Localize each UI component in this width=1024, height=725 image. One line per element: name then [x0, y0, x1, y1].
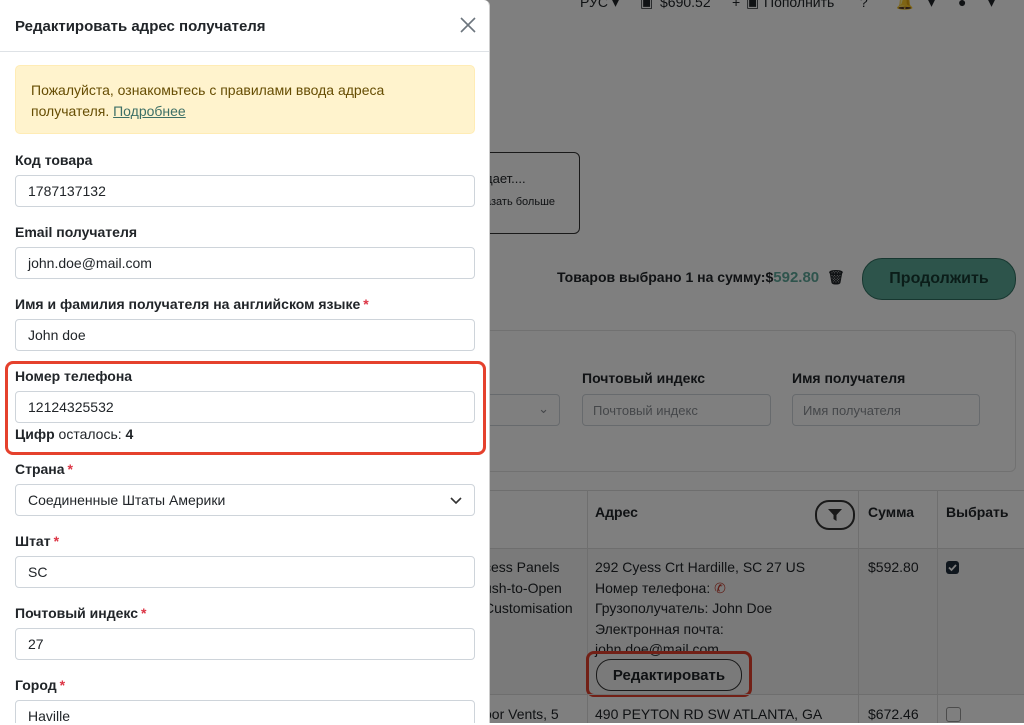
alert-text: Пожалуйста, ознакомьтесь с правилами вво… — [31, 82, 385, 119]
more-link[interactable]: Подробнее — [113, 103, 186, 119]
state-field[interactable]: SC — [15, 556, 475, 588]
close-icon[interactable] — [458, 15, 478, 35]
product-code-field[interactable]: 1787137132 — [15, 175, 475, 207]
country-value: Соединенные Штаты Америки — [28, 492, 226, 508]
postal-label-text: Почтовый индекс — [15, 605, 139, 621]
required-mark: * — [67, 461, 73, 477]
country-label: Страна * — [15, 461, 73, 477]
rules-alert: Пожалуйста, ознакомьтесь с правилами вво… — [15, 65, 475, 134]
email-field[interactable]: john.doe@mail.com — [15, 247, 475, 279]
postal-label: Почтовый индекс * — [15, 605, 146, 621]
city-label: Город * — [15, 677, 65, 693]
edit-address-modal: Редактировать адрес получателя Пожалуйст… — [0, 0, 490, 723]
chevron-down-icon — [450, 497, 462, 505]
postal-field[interactable]: 27 — [15, 628, 475, 660]
required-mark: * — [53, 533, 60, 549]
modal-header: Редактировать адрес получателя — [0, 0, 489, 52]
name-label: Имя и фамилия получателя на английском я… — [15, 296, 369, 312]
product-code-label: Код товара — [15, 152, 93, 168]
modal-title: Редактировать адрес получателя — [15, 18, 266, 35]
email-label: Email получателя — [15, 224, 138, 240]
required-mark: * — [141, 605, 147, 621]
required-mark: * — [59, 677, 66, 693]
name-label-text: Имя и фамилия получателя на английском я… — [15, 296, 361, 312]
city-field[interactable]: Haville — [15, 700, 475, 723]
country-label-text: Страна — [15, 461, 65, 477]
required-mark: * — [363, 296, 369, 312]
city-label-text: Город — [15, 677, 57, 693]
phone-highlight-box — [5, 361, 486, 455]
country-select[interactable]: Соединенные Штаты Америки — [15, 484, 475, 516]
state-label: Штат * — [15, 533, 59, 549]
state-label-text: Штат — [15, 533, 51, 549]
name-field[interactable]: John doe — [15, 319, 475, 351]
